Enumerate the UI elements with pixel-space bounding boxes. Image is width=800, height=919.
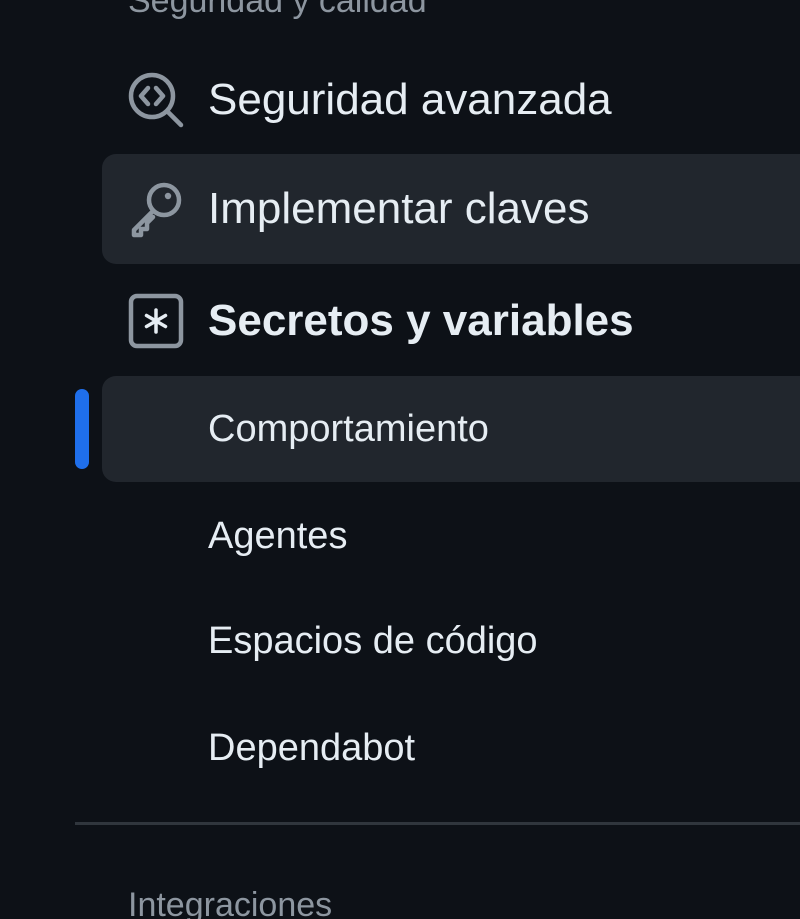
section-heading-security: Seguridad y calidad bbox=[128, 0, 427, 20]
active-indicator bbox=[75, 389, 89, 469]
sidebar-subitem-comportamiento[interactable]: Comportamiento bbox=[102, 376, 800, 482]
sidebar-item-advanced-security[interactable]: Seguridad avanzada bbox=[102, 45, 800, 155]
sidebar-subitem-codespaces[interactable]: Espacios de código bbox=[102, 589, 800, 693]
divider bbox=[75, 822, 800, 825]
sidebar-item-deploy-keys[interactable]: Implementar claves bbox=[102, 154, 800, 264]
sidebar-item-label: Implementar claves bbox=[208, 184, 590, 233]
sidebar-subitem-label: Comportamiento bbox=[208, 408, 489, 450]
key-icon bbox=[126, 179, 186, 239]
sidebar-subitem-label: Dependabot bbox=[208, 727, 416, 769]
sidebar-subitem-agentes[interactable]: Agentes bbox=[102, 484, 800, 588]
settings-sidebar: Seguridad y calidad Seguridad avanzada I… bbox=[0, 0, 800, 919]
sidebar-subitem-dependabot[interactable]: Dependabot bbox=[102, 696, 800, 800]
sidebar-subitem-label: Agentes bbox=[208, 515, 348, 557]
sidebar-item-label: Secretos y variables bbox=[208, 296, 634, 345]
codescan-icon bbox=[126, 70, 186, 130]
section-heading-integrations: Integraciones bbox=[128, 886, 333, 919]
asterisk-box-icon bbox=[126, 291, 186, 351]
sidebar-item-label: Seguridad avanzada bbox=[208, 75, 612, 124]
sidebar-item-secrets-variables[interactable]: Secretos y variables bbox=[102, 266, 800, 376]
sidebar-subitem-label: Espacios de código bbox=[208, 620, 538, 662]
